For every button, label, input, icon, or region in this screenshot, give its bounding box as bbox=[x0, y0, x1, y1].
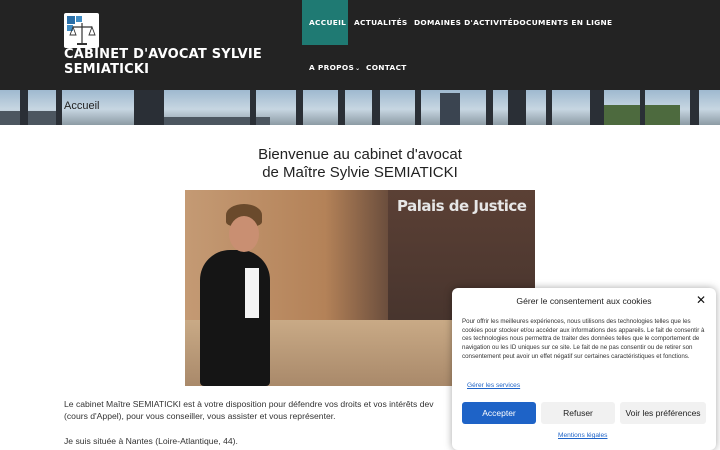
preferences-button[interactable]: Voir les préférences bbox=[620, 402, 706, 424]
intro-line-2: (cours d'Appel), pour vous conseiller, v… bbox=[64, 411, 336, 421]
cookie-consent-dialog: Gérer le consentement aux cookies ✕ Pour… bbox=[452, 288, 716, 450]
nav-item-domaines[interactable]: DOMAINES D'ACTIVITÉ bbox=[414, 18, 513, 27]
location-paragraph: Je suis située à Nantes (Loire-Atlantiqu… bbox=[64, 436, 238, 446]
page-title-line-1: Bienvenue au cabinet d'avocat bbox=[258, 146, 462, 163]
nav-item-apropos-label: A PROPOS bbox=[309, 63, 355, 72]
nav-item-contact[interactable]: CONTACT bbox=[366, 63, 407, 72]
page-title: Bienvenue au cabinet d'avocat de Maître … bbox=[180, 146, 540, 182]
photo-person-jabot bbox=[245, 268, 259, 318]
refuse-button[interactable]: Refuser bbox=[541, 402, 615, 424]
nav-item-documents[interactable]: DOCUMENTS EN LIGNE bbox=[513, 18, 612, 27]
intro-line-1: Le cabinet Maître SEMIATICKI est à votre… bbox=[64, 399, 434, 409]
manage-services-link[interactable]: Gérer les services bbox=[467, 382, 520, 389]
legal-notice-link[interactable]: Mentions légales bbox=[558, 432, 607, 439]
nav-item-actualites[interactable]: ACTUALITÉS bbox=[354, 18, 408, 27]
site-header: CABINET D'AVOCAT SYLVIE SEMIATICKI ACCUE… bbox=[0, 0, 720, 90]
site-logo[interactable] bbox=[64, 13, 99, 48]
photo-person-face bbox=[229, 216, 259, 252]
cookie-description: Pour offrir les meilleures expériences, … bbox=[462, 318, 705, 360]
nav-item-apropos[interactable]: A PROPOS⌄ bbox=[309, 63, 360, 72]
header-banner-image bbox=[0, 90, 720, 125]
close-icon[interactable]: ✕ bbox=[696, 294, 706, 306]
cookie-title: Gérer le consentement aux cookies bbox=[516, 296, 652, 306]
chevron-down-icon: ⌄ bbox=[355, 65, 361, 72]
photo-person-robe bbox=[200, 250, 270, 386]
nav-item-accueil[interactable]: ACCUEIL bbox=[309, 18, 346, 27]
intro-paragraph: Le cabinet Maître SEMIATICKI est à votre… bbox=[64, 398, 434, 422]
accept-button[interactable]: Accepter bbox=[462, 402, 536, 424]
site-title[interactable]: CABINET D'AVOCAT SYLVIE SEMIATICKI bbox=[64, 47, 294, 77]
photo-sign-text: Palais de Justice bbox=[397, 197, 527, 215]
breadcrumb-home[interactable]: Accueil bbox=[64, 100, 99, 112]
page-title-line-2: de Maître Sylvie SEMIATICKI bbox=[262, 164, 458, 181]
